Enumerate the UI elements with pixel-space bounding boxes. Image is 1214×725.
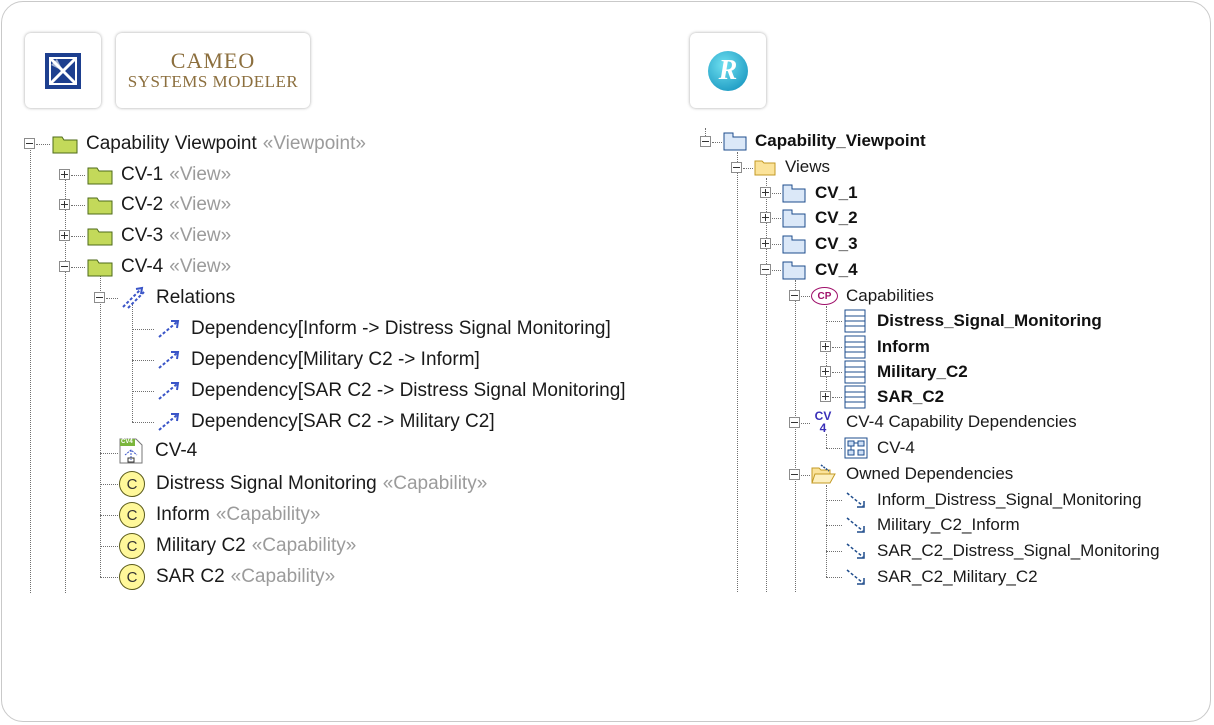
node-label: SAR_C2 [877,387,945,406]
node-label: Military_C2 [877,362,968,381]
r-tree-node-owned-dependencies[interactable]: Owned Dependencies [811,461,1013,487]
r-tree-node-dependency-1[interactable]: Inform_Distress_Signal_Monitoring [844,487,1142,513]
r-tree-node-cv3[interactable]: CV_3 [782,231,858,257]
capability-block-icon [844,335,866,359]
r-tree-node-capability-1[interactable]: Distress_Signal_Monitoring [844,308,1102,334]
capabilities-icon: CP [811,287,838,305]
open-folder-icon [811,464,836,484]
node-label: Owned Dependencies [846,464,1014,483]
expand-toggle-r-root[interactable] [700,136,711,147]
cv4-icon-text-2: 4 [819,421,827,435]
node-label: Inform_Distress_Signal_Monitoring [877,490,1142,509]
capability-block-icon [844,309,866,333]
r-tree-node-dependency-3[interactable]: SAR_C2_Distress_Signal_Monitoring [844,538,1160,564]
expand-toggle-r-military[interactable] [820,366,831,377]
node-label: Distress_Signal_Monitoring [877,311,1102,330]
r-tree-node-capability-2[interactable]: Inform [844,334,930,360]
folder-icon [754,160,776,176]
dependency-icon [846,492,865,508]
expand-toggle-r-sar[interactable] [820,391,831,402]
r-tree-node-capability-viewpoint[interactable]: Capability_Viewpoint [723,128,926,154]
r-tree-node-capabilities[interactable]: CP Capabilities [811,283,934,309]
expand-toggle-r-cv3[interactable] [760,238,771,249]
expand-toggle-r-cv1[interactable] [760,187,771,198]
r-tree-node-cv4-diagram[interactable]: CV-4 [844,435,915,461]
package-icon [782,235,806,254]
cv4-diagram-icon: CV 4 [811,410,835,434]
expand-toggle-r-inform[interactable] [820,341,831,352]
node-label: CV_4 [815,260,858,279]
node-label: Inform [877,337,930,356]
node-label: SAR_C2_Distress_Signal_Monitoring [877,541,1160,560]
r-tree-node-dependency-4[interactable]: SAR_C2_Military_C2 [844,564,1038,590]
r-tree-node-cv1[interactable]: CV_1 [782,180,858,206]
expand-toggle-r-capabilities[interactable] [789,290,800,301]
dependency-icon [846,569,865,585]
package-icon [782,184,806,203]
package-icon [782,261,806,280]
diagram-icon [844,437,868,459]
r-tree-node-capability-4[interactable]: SAR_C2 [844,384,944,410]
r-tree-node-views[interactable]: Views [754,154,830,180]
node-label: CV-4 [877,438,915,457]
node-label: Views [785,157,831,176]
expand-toggle-r-cv2[interactable] [760,212,771,223]
node-label: Military_C2_Inform [877,515,1020,534]
rhapsody-browser-tree: Capability_Viewpoint Views CV_1 CV_2 CV_… [0,0,1214,725]
capability-block-icon [844,360,866,384]
package-icon [723,132,747,151]
node-label: CV-4 Capability Dependencies [846,412,1077,431]
r-tree-node-cv4[interactable]: CV_4 [782,257,858,283]
node-label: Capability_Viewpoint [755,131,926,150]
dependency-icon [846,517,865,533]
node-label: Capabilities [846,286,934,305]
expand-toggle-r-views[interactable] [731,162,742,173]
node-label: CV_2 [815,208,858,227]
package-icon [782,209,806,228]
node-label: CV_1 [815,183,858,202]
expand-toggle-r-owned[interactable] [789,469,800,480]
node-label: CV_3 [815,234,858,253]
r-tree-node-capability-3[interactable]: Military_C2 [844,359,968,385]
r-tree-node-dependency-2[interactable]: Military_C2_Inform [844,512,1020,538]
expand-toggle-r-diagram[interactable] [789,417,800,428]
expand-toggle-r-cv4[interactable] [760,264,771,275]
dependency-icon [846,543,865,559]
node-label: SAR_C2_Military_C2 [877,567,1038,586]
r-tree-node-cv4-capability-dependencies[interactable]: CV 4 CV-4 Capability Dependencies [811,408,1077,436]
capability-block-icon [844,385,866,409]
r-tree-node-cv2[interactable]: CV_2 [782,205,858,231]
